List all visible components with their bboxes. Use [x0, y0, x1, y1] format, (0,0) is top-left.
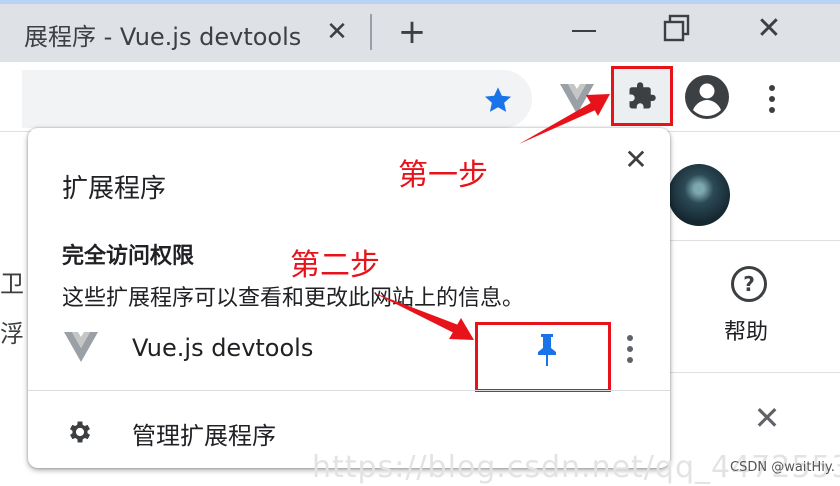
browser-toolbar: [0, 62, 840, 132]
pin-icon[interactable]: [536, 334, 558, 366]
close-icon[interactable]: ✕: [750, 398, 784, 438]
tab-separator: [370, 14, 372, 50]
extension-menu-dots-icon[interactable]: [624, 334, 636, 364]
extension-name[interactable]: Vue.js devtools: [132, 334, 313, 362]
menu-dots-icon[interactable]: [764, 84, 780, 114]
extensions-button[interactable]: [611, 66, 673, 126]
star-icon[interactable]: [482, 84, 514, 116]
puzzle-icon: [629, 82, 656, 109]
page-divider: [668, 240, 840, 241]
address-bar[interactable]: [22, 70, 532, 128]
page-left-edge: [0, 132, 22, 486]
vue-extension-icon: [64, 332, 98, 362]
section-title: 完全访问权限: [62, 244, 195, 269]
help-icon[interactable]: ?: [731, 266, 767, 302]
help-label[interactable]: 帮助: [724, 314, 768, 346]
new-tab-button[interactable]: +: [394, 12, 430, 52]
tab-title[interactable]: 展程序 - Vue.js devtools: [24, 17, 301, 52]
avatar-icon[interactable]: [684, 74, 730, 120]
annotation-step-2: 第二步: [290, 248, 380, 283]
manage-extensions-link[interactable]: 管理扩展程序: [132, 416, 276, 451]
tab-close-icon[interactable]: ✕: [322, 16, 352, 48]
annotation-step-1: 第一步: [398, 158, 488, 193]
section-description: 这些扩展程序可以查看和更改此网站上的信息。: [62, 286, 525, 311]
popup-title: 扩展程序: [62, 174, 167, 204]
tab-bar: 展程序 - Vue.js devtools ✕ + ✕: [0, 4, 840, 62]
restore-window-icon[interactable]: [662, 14, 692, 44]
window-close-icon[interactable]: ✕: [752, 10, 786, 48]
page-avatar[interactable]: [668, 164, 730, 226]
page-text-fragment: 浮: [0, 320, 24, 348]
popup-close-icon[interactable]: ✕: [620, 142, 652, 178]
csdn-credit: CSDN @waitHiy.: [730, 460, 835, 475]
minimize-button[interactable]: [572, 30, 596, 32]
extensions-popup: 扩展程序 ✕ 完全访问权限 这些扩展程序可以查看和更改此网站上的信息。 Vue.…: [28, 128, 670, 468]
vue-extension-icon[interactable]: [560, 84, 594, 114]
page-text-fragment: 卫: [0, 270, 24, 298]
popup-divider: [28, 390, 670, 391]
gear-icon: [69, 421, 91, 443]
page-divider: [668, 372, 840, 373]
